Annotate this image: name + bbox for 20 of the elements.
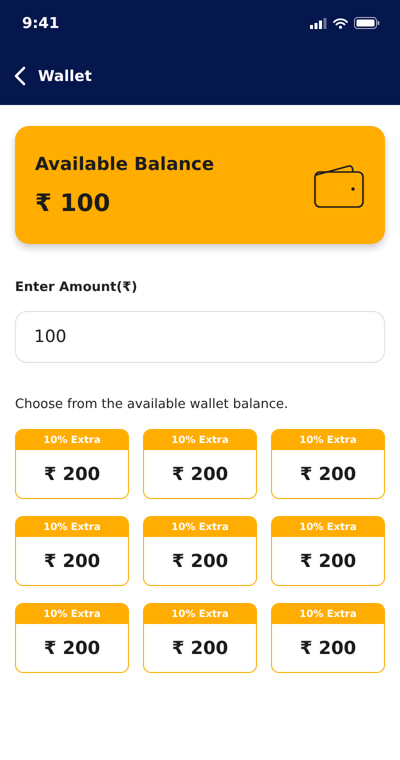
options-heading: Choose from the available wallet balance. [15, 397, 290, 412]
back-button[interactable] [14, 66, 26, 86]
amount-input[interactable]: 100 [15, 311, 385, 363]
signal-icon [310, 18, 327, 28]
balance-amount: ₹ 100 [35, 188, 112, 216]
balance-title: Available Balance [35, 154, 214, 174]
amount-option[interactable]: 10% Extra ₹ 200 [143, 516, 257, 586]
wifi-icon [333, 18, 348, 28]
amount-option[interactable]: 10% Extra ₹ 200 [15, 429, 129, 499]
amount-option[interactable]: 10% Extra ₹ 200 [271, 603, 385, 673]
status-time: 9:41 [22, 14, 60, 32]
amount-option[interactable]: 10% Extra ₹ 200 [15, 603, 129, 673]
battery-icon [354, 17, 380, 29]
amount-option[interactable]: 10% Extra ₹ 200 [271, 429, 385, 499]
page-title: Wallet [38, 67, 92, 85]
amount-option[interactable]: 10% Extra ₹ 200 [143, 429, 257, 499]
amount-option[interactable]: 10% Extra ₹ 200 [143, 603, 257, 673]
amount-label: Enter Amount(₹) [15, 280, 138, 295]
amount-option[interactable]: 10% Extra ₹ 200 [271, 516, 385, 586]
amount-option[interactable]: 10% Extra ₹ 200 [15, 516, 129, 586]
